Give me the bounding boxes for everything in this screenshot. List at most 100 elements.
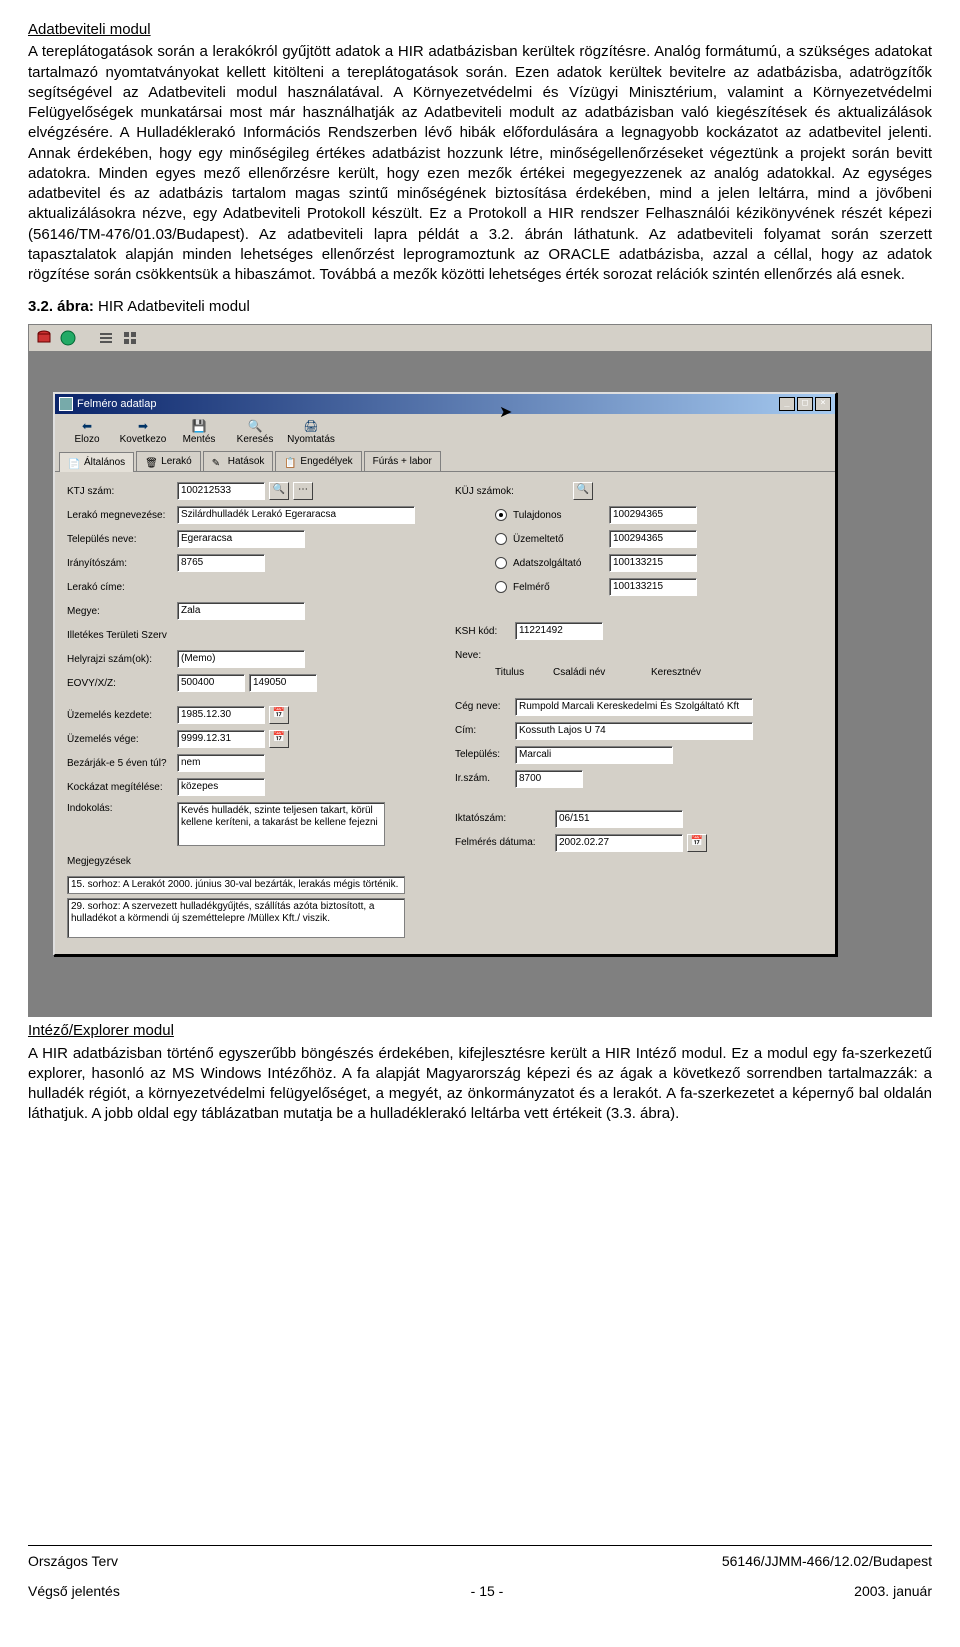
ktj-field[interactable]: 100212533 [177, 482, 265, 500]
inner-toolbar: ⬅ Elozo ➡ Kovetkezo 💾 Mentés 🔍 Keresés 🖨 [55, 414, 835, 451]
uzem-vege-field[interactable]: 9999.12.31 [177, 730, 265, 748]
megnev-field[interactable]: Szilárdhulladék Lerakó Egeraracsa [177, 506, 415, 524]
felmero-field[interactable]: 100133215 [609, 578, 697, 596]
app-outer-window: ➤ Felméro adatlap _ □ × ⬅ Elozo [28, 324, 932, 1018]
iranyito-label: Irányítószám: [67, 557, 177, 571]
eov-x-field[interactable]: 149050 [249, 674, 317, 692]
telep-label-right: Település: [455, 748, 515, 762]
telep-field[interactable]: Egeraracsa [177, 530, 305, 548]
uzem-kezdete-label: Üzemelés kezdete: [67, 709, 177, 723]
prev-label: Elozo [74, 433, 99, 447]
tulajdonos-field[interactable]: 100294365 [609, 506, 697, 524]
indok-textarea[interactable]: Kevés hulladék, szinte teljesen takart, … [177, 802, 385, 846]
tab-label: Általános [84, 456, 125, 470]
inner-window: Felméro adatlap _ □ × ⬅ Elozo ➡ Kovetkez… [53, 392, 837, 957]
ksh-label: KSH kód: [455, 625, 515, 639]
date-picker-button[interactable]: 📅 [269, 730, 289, 748]
col-keresztnev: Keresztnév [651, 666, 741, 680]
save-button[interactable]: 💾 Mentés [171, 417, 227, 449]
kock-field[interactable]: közepes [177, 778, 265, 796]
adatszolgaltato-field[interactable]: 100133215 [609, 554, 697, 572]
ceg-field[interactable]: Rumpold Marcali Kereskedelmi És Szolgált… [515, 698, 753, 716]
date-picker-button[interactable]: 📅 [269, 706, 289, 724]
paragraph-2: A HIR adatbázisban történő egyszerűbb bö… [28, 1044, 932, 1125]
kuj-lookup-button[interactable]: 🔍 [573, 482, 593, 500]
tab-label: Hatások [228, 455, 265, 469]
radio-uzemelteto[interactable]: Üzemeltető 100294365 [495, 530, 823, 548]
toolbar-db-icon[interactable] [35, 329, 53, 347]
radio-icon [495, 581, 507, 593]
irszam-field[interactable]: 8700 [515, 770, 583, 788]
megye-label: Megye: [67, 605, 177, 619]
inner-window-title: Felméro adatlap [77, 397, 157, 412]
bezar-label: Bezárják-e 5 éven túl? [67, 757, 177, 771]
megj-sor29[interactable]: 29. sorhoz: A szervezett hulladékgyűjtés… [67, 898, 405, 938]
doc-icon: 📄 [68, 458, 80, 468]
helyrajzi-field[interactable]: (Memo) [177, 650, 305, 668]
radio-icon [495, 509, 507, 521]
section-title-adatbeviteli: Adatbeviteli modul [28, 20, 932, 40]
helyrajzi-label: Helyrajzi szám(ok): [67, 653, 177, 667]
close-button[interactable]: × [815, 397, 831, 411]
footer-left1: Országos Terv [28, 1552, 118, 1571]
tab-furas-labor[interactable]: Fúrás + labor [364, 451, 441, 472]
save-label: Mentés [183, 433, 216, 447]
date-picker-button[interactable]: 📅 [687, 834, 707, 852]
dump-icon: 🗑 [145, 457, 157, 467]
figure-caption: 3.2. ábra: HIR Adatbeviteli modul [28, 297, 932, 317]
tab-lerako[interactable]: 🗑 Lerakó [136, 451, 201, 472]
felm-field[interactable]: 2002.02.27 [555, 834, 683, 852]
uzem-kezdete-field[interactable]: 1985.12.30 [177, 706, 265, 724]
toolbar-grid-icon[interactable] [121, 329, 139, 347]
neve-label: Neve: [455, 649, 495, 663]
tab-hatasok[interactable]: ✎ Hatások [203, 451, 274, 472]
minimize-button[interactable]: _ [779, 397, 795, 411]
bezar-field[interactable]: nem [177, 754, 265, 772]
form-area: KTJ szám: 100212533 🔍 ⋯ Lerakó megnevezé… [55, 472, 835, 954]
iktato-label: Iktatószám: [455, 812, 555, 826]
page-footer-line2: Végső jelentés - 15 - 2003. január [28, 1582, 932, 1601]
maximize-button[interactable]: □ [797, 397, 813, 411]
radio-adatszolgaltato[interactable]: Adatszolgáltató 100133215 [495, 554, 823, 572]
cim-field[interactable]: Kossuth Lajos U 74 [515, 722, 753, 740]
search-icon: 🔍 [246, 419, 264, 433]
inner-window-titlebar[interactable]: Felméro adatlap _ □ × [55, 394, 835, 415]
telep-field-right[interactable]: Marcali [515, 746, 673, 764]
tab-engedelyek[interactable]: 📋 Engedélyek [275, 451, 361, 472]
ktj-aux-button[interactable]: ⋯ [293, 482, 313, 500]
arrow-left-icon: ⬅ [78, 419, 96, 433]
eov-y-field[interactable]: 500400 [177, 674, 245, 692]
radio-felmero[interactable]: Felmérő 100133215 [495, 578, 823, 596]
permit-icon: 📋 [284, 457, 296, 467]
print-button[interactable]: 🖨 Nyomtatás [283, 417, 339, 449]
megye-field[interactable]: Zala [177, 602, 305, 620]
radio-label: Felmérő [513, 581, 603, 595]
tab-label: Engedélyek [300, 455, 352, 469]
tab-altalanos[interactable]: 📄 Általános [59, 452, 134, 473]
radio-icon [495, 533, 507, 545]
uzemelteto-field[interactable]: 100294365 [609, 530, 697, 548]
footer-right1: 56146/JJMM-466/12.02/Budapest [722, 1552, 932, 1571]
footer-separator [28, 1545, 932, 1546]
search-button[interactable]: 🔍 Keresés [227, 417, 283, 449]
megnev-label: Lerakó megnevezése: [67, 509, 177, 523]
ktj-lookup-button[interactable]: 🔍 [269, 482, 289, 500]
ksh-field[interactable]: 11221492 [515, 622, 603, 640]
iktato-field[interactable]: 06/151 [555, 810, 683, 828]
ceg-label: Cég neve: [455, 700, 515, 714]
radio-tulajdonos[interactable]: Tulajdonos 100294365 [495, 506, 823, 524]
save-icon: 💾 [190, 419, 208, 433]
section-title-intezo: Intéző/Explorer modul [28, 1021, 932, 1041]
illetekes-label: Illetékes Területi Szerv [67, 629, 177, 643]
iranyito-field[interactable]: 8765 [177, 554, 265, 572]
col-csaladinev: Családi név [553, 666, 643, 680]
megj-sor15[interactable]: 15. sorhoz: A Lerakót 2000. június 30-va… [67, 876, 405, 894]
tab-label: Fúrás + labor [373, 455, 432, 469]
print-icon: 🖨 [302, 419, 320, 433]
prev-button[interactable]: ⬅ Elozo [59, 417, 115, 449]
print-label: Nyomtatás [287, 433, 335, 447]
radio-icon [495, 557, 507, 569]
next-button[interactable]: ➡ Kovetkezo [115, 417, 171, 449]
toolbar-list-icon[interactable] [97, 329, 115, 347]
toolbar-world-icon[interactable] [59, 329, 77, 347]
